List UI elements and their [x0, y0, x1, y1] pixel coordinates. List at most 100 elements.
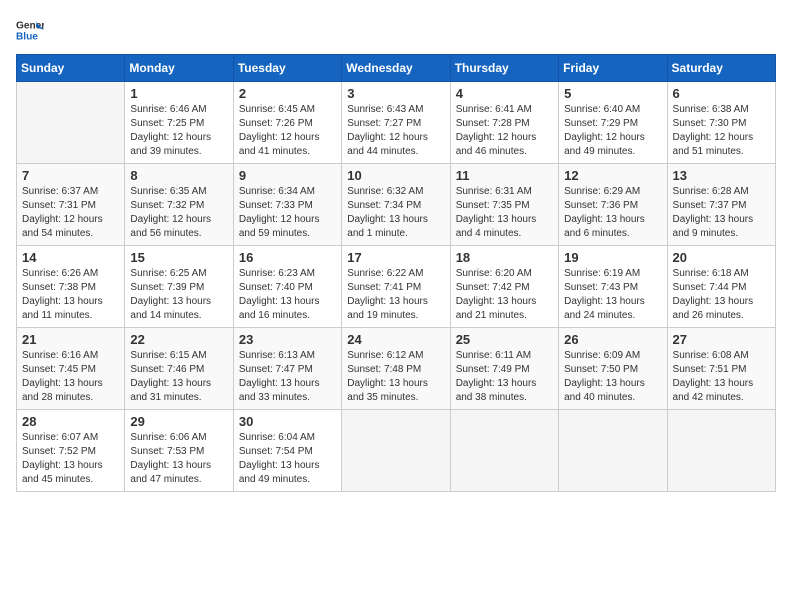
calendar-cell: 16Sunrise: 6:23 AM Sunset: 7:40 PM Dayli… — [233, 246, 341, 328]
day-number: 19 — [564, 250, 661, 265]
day-number: 26 — [564, 332, 661, 347]
svg-text:Blue: Blue — [16, 31, 38, 42]
calendar-cell: 18 Sunrise: 6:20 AM Sunset: 7:42 PM Dayli… — [450, 246, 558, 328]
generalblue-logo-icon: General Blue — [16, 16, 44, 44]
day-number: 9 — [239, 168, 336, 183]
day-info: Sunrise: 6:11 AM Sunset: 7:49 PM Dayligh… — [456, 349, 553, 405]
day-info: Sunrise: 6:07 AM Sunset: 7:52 PM Dayligh… — [22, 431, 119, 487]
day-number: 5 — [564, 86, 661, 101]
day-info: Sunrise: 6:13 AM Sunset: 7:47 PM Dayligh… — [239, 349, 336, 405]
day-number: 13 — [673, 168, 770, 183]
day-info: Sunrise: 6:06 AM Sunset: 7:53 PM Dayligh… — [130, 431, 227, 487]
weekday-tuesday: Tuesday — [233, 55, 341, 82]
day-info: Sunrise: 6:22 AM Sunset: 7:41 PM Dayligh… — [347, 267, 444, 323]
day-info: Sunrise: 6:41 AM Sunset: 7:28 PM Dayligh… — [456, 103, 553, 159]
day-number: 16 — [239, 250, 336, 265]
day-info: Sunrise: 6:43 AM Sunset: 7:27 PM Dayligh… — [347, 103, 444, 159]
weekday-friday: Friday — [559, 55, 667, 82]
day-number: 29 — [130, 414, 227, 429]
day-info: Sunrise: 6:34 AM Sunset: 7:33 PM Dayligh… — [239, 185, 336, 241]
calendar-cell: 26Sunrise: 6:09 AM Sunset: 7:50 PM Dayli… — [559, 328, 667, 410]
page-header: General Blue — [16, 16, 776, 44]
calendar-cell: 25 Sunrise: 6:11 AM Sunset: 7:49 PM Dayli… — [450, 328, 558, 410]
day-number: 23 — [239, 332, 336, 347]
calendar-cell: 28 Sunrise: 6:07 AM Sunset: 7:52 PM Dayli… — [17, 410, 125, 492]
day-info: Sunrise: 6:45 AM Sunset: 7:26 PM Dayligh… — [239, 103, 336, 159]
calendar-cell: 23 Sunrise: 6:13 AM Sunset: 7:47 PM Dayli… — [233, 328, 341, 410]
calendar-cell: 7Sunrise: 6:37 AM Sunset: 7:31 PM Daylig… — [17, 164, 125, 246]
day-info: Sunrise: 6:16 AM Sunset: 7:45 PM Dayligh… — [22, 349, 119, 405]
day-info: Sunrise: 6:18 AM Sunset: 7:44 PM Dayligh… — [673, 267, 770, 323]
day-number: 17 — [347, 250, 444, 265]
calendar-cell: 24Sunrise: 6:12 AM Sunset: 7:48 PM Dayli… — [342, 328, 450, 410]
day-info: Sunrise: 6:12 AM Sunset: 7:48 PM Dayligh… — [347, 349, 444, 405]
day-number: 20 — [673, 250, 770, 265]
calendar-cell: 20 Sunrise: 6:18 AM Sunset: 7:44 PM Dayli… — [667, 246, 775, 328]
day-info: Sunrise: 6:35 AM Sunset: 7:32 PM Dayligh… — [130, 185, 227, 241]
day-number: 6 — [673, 86, 770, 101]
day-number: 3 — [347, 86, 444, 101]
calendar-week-1: 1 Sunrise: 6:46 AM Sunset: 7:25 PM Daylig… — [17, 82, 776, 164]
calendar-week-4: 21 Sunrise: 6:16 AM Sunset: 7:45 PM Dayli… — [17, 328, 776, 410]
day-info: Sunrise: 6:25 AM Sunset: 7:39 PM Dayligh… — [130, 267, 227, 323]
calendar-cell: 12 Sunrise: 6:29 AM Sunset: 7:36 PM Dayli… — [559, 164, 667, 246]
calendar-cell: 1 Sunrise: 6:46 AM Sunset: 7:25 PM Daylig… — [125, 82, 233, 164]
day-number: 8 — [130, 168, 227, 183]
weekday-sunday: Sunday — [17, 55, 125, 82]
weekday-saturday: Saturday — [667, 55, 775, 82]
day-number: 14 — [22, 250, 119, 265]
calendar-cell — [342, 410, 450, 492]
calendar-cell: 8 Sunrise: 6:35 AM Sunset: 7:32 PM Daylig… — [125, 164, 233, 246]
calendar-cell: 13 Sunrise: 6:28 AM Sunset: 7:37 PM Dayli… — [667, 164, 775, 246]
day-number: 11 — [456, 168, 553, 183]
calendar-cell: 6 Sunrise: 6:38 AM Sunset: 7:30 PM Daylig… — [667, 82, 775, 164]
calendar-cell: 15Sunrise: 6:25 AM Sunset: 7:39 PM Dayli… — [125, 246, 233, 328]
calendar-cell — [559, 410, 667, 492]
calendar-cell: 11 Sunrise: 6:31 AM Sunset: 7:35 PM Dayli… — [450, 164, 558, 246]
day-info: Sunrise: 6:29 AM Sunset: 7:36 PM Dayligh… — [564, 185, 661, 241]
day-info: Sunrise: 6:28 AM Sunset: 7:37 PM Dayligh… — [673, 185, 770, 241]
calendar-week-2: 7Sunrise: 6:37 AM Sunset: 7:31 PM Daylig… — [17, 164, 776, 246]
day-info: Sunrise: 6:04 AM Sunset: 7:54 PM Dayligh… — [239, 431, 336, 487]
day-number: 30 — [239, 414, 336, 429]
calendar-week-3: 14 Sunrise: 6:26 AM Sunset: 7:38 PM Dayli… — [17, 246, 776, 328]
day-number: 25 — [456, 332, 553, 347]
calendar-cell: 5Sunrise: 6:40 AM Sunset: 7:29 PM Daylig… — [559, 82, 667, 164]
day-info: Sunrise: 6:31 AM Sunset: 7:35 PM Dayligh… — [456, 185, 553, 241]
calendar-cell: 9 Sunrise: 6:34 AM Sunset: 7:33 PM Daylig… — [233, 164, 341, 246]
calendar-cell: 27 Sunrise: 6:08 AM Sunset: 7:51 PM Dayli… — [667, 328, 775, 410]
day-number: 21 — [22, 332, 119, 347]
day-number: 10 — [347, 168, 444, 183]
calendar-cell: 21 Sunrise: 6:16 AM Sunset: 7:45 PM Dayli… — [17, 328, 125, 410]
day-number: 12 — [564, 168, 661, 183]
day-number: 1 — [130, 86, 227, 101]
calendar-cell: 2 Sunrise: 6:45 AM Sunset: 7:26 PM Daylig… — [233, 82, 341, 164]
calendar-cell: 17 Sunrise: 6:22 AM Sunset: 7:41 PM Dayli… — [342, 246, 450, 328]
calendar-cell: 4Sunrise: 6:41 AM Sunset: 7:28 PM Daylig… — [450, 82, 558, 164]
calendar-table: SundayMondayTuesdayWednesdayThursdayFrid… — [16, 54, 776, 492]
weekday-monday: Monday — [125, 55, 233, 82]
day-info: Sunrise: 6:26 AM Sunset: 7:38 PM Dayligh… — [22, 267, 119, 323]
day-number: 22 — [130, 332, 227, 347]
day-number: 28 — [22, 414, 119, 429]
day-number: 18 — [456, 250, 553, 265]
calendar-cell: 14 Sunrise: 6:26 AM Sunset: 7:38 PM Dayli… — [17, 246, 125, 328]
day-number: 27 — [673, 332, 770, 347]
weekday-wednesday: Wednesday — [342, 55, 450, 82]
calendar-cell — [450, 410, 558, 492]
day-info: Sunrise: 6:19 AM Sunset: 7:43 PM Dayligh… — [564, 267, 661, 323]
weekday-thursday: Thursday — [450, 55, 558, 82]
calendar-cell: 22 Sunrise: 6:15 AM Sunset: 7:46 PM Dayli… — [125, 328, 233, 410]
day-info: Sunrise: 6:38 AM Sunset: 7:30 PM Dayligh… — [673, 103, 770, 159]
day-info: Sunrise: 6:15 AM Sunset: 7:46 PM Dayligh… — [130, 349, 227, 405]
day-number: 2 — [239, 86, 336, 101]
calendar-cell — [667, 410, 775, 492]
calendar-cell: 19 Sunrise: 6:19 AM Sunset: 7:43 PM Dayli… — [559, 246, 667, 328]
day-info: Sunrise: 6:37 AM Sunset: 7:31 PM Dayligh… — [22, 185, 119, 241]
day-info: Sunrise: 6:20 AM Sunset: 7:42 PM Dayligh… — [456, 267, 553, 323]
calendar-cell: 30 Sunrise: 6:04 AM Sunset: 7:54 PM Dayli… — [233, 410, 341, 492]
day-info: Sunrise: 6:46 AM Sunset: 7:25 PM Dayligh… — [130, 103, 227, 159]
weekday-header-row: SundayMondayTuesdayWednesdayThursdayFrid… — [17, 55, 776, 82]
calendar-cell: 29 Sunrise: 6:06 AM Sunset: 7:53 PM Dayli… — [125, 410, 233, 492]
day-info: Sunrise: 6:08 AM Sunset: 7:51 PM Dayligh… — [673, 349, 770, 405]
